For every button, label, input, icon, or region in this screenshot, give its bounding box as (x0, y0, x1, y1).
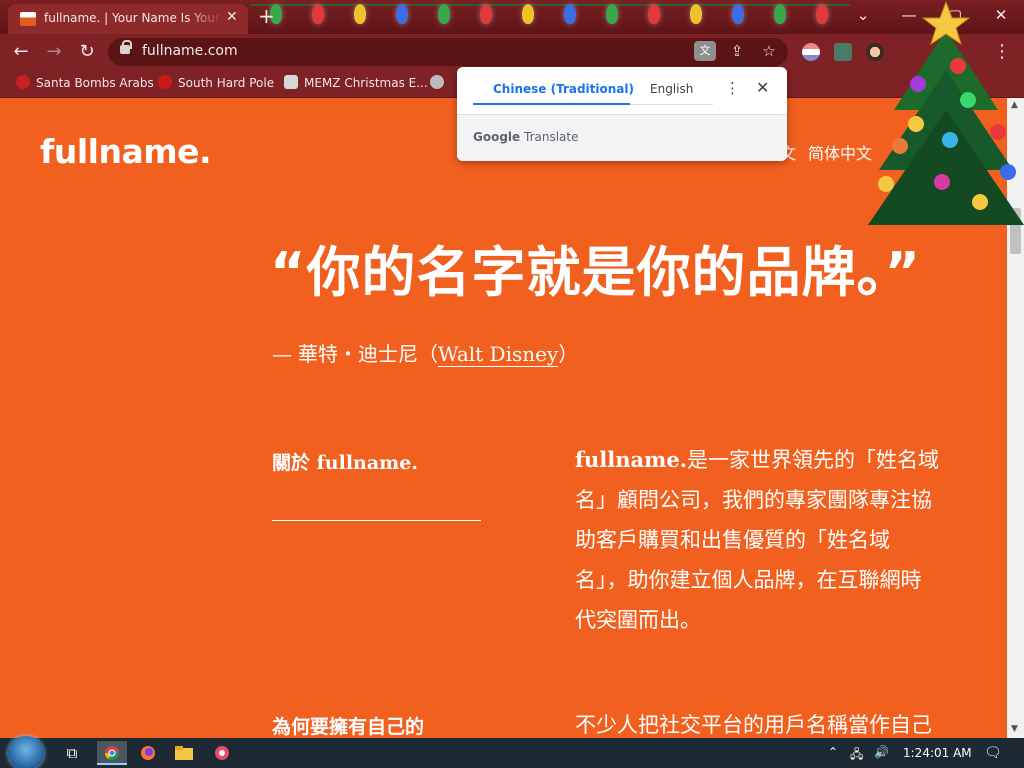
light-bulb-icon (648, 4, 660, 24)
notification-icon[interactable]: 🗨 (984, 745, 1002, 761)
about-line: 名」顧問公司，我們的專家團隊專注協 (575, 488, 932, 512)
light-bulb-icon (774, 4, 786, 24)
tab-title: fullname. | Your Name Is Your Brand (44, 11, 222, 25)
address-bar[interactable]: fullname.com 文 ⇪ ☆ (108, 38, 788, 66)
chrome-taskbar-icon[interactable] (97, 741, 127, 765)
reload-button[interactable]: ↻ (75, 41, 99, 62)
active-tab-indicator (473, 103, 630, 105)
bookmark-star-icon[interactable]: ☆ (758, 42, 780, 60)
christmas-tree-decoration (868, 0, 1024, 225)
about-line: 名」，助你建立個人品牌，在互聯網時 (575, 568, 922, 592)
volume-icon[interactable]: 🔊 (874, 745, 889, 759)
translate-options-button[interactable]: ⋮ (725, 79, 740, 97)
web-page: fullname. 文 简体中文 “你的名字就是你的品牌。” — 華特・迪士尼（W… (0, 98, 1007, 738)
firefox-taskbar-icon[interactable] (133, 741, 163, 765)
tray-chevron-icon[interactable]: ⌃ (828, 745, 838, 759)
url-text[interactable]: fullname.com (142, 43, 238, 59)
santa-icon (16, 75, 30, 89)
extension-s-icon[interactable] (834, 43, 852, 61)
attribution-dash: — (272, 342, 292, 366)
light-bulb-icon (606, 4, 618, 24)
back-button[interactable]: ← (9, 41, 33, 62)
light-bulb-icon (438, 4, 450, 24)
tab-close-button[interactable]: ✕ (226, 9, 238, 25)
raccoon-icon (430, 75, 444, 89)
google-logo: Google (473, 130, 521, 144)
new-tab-button[interactable]: + (258, 4, 275, 28)
share-icon[interactable]: ⇪ (726, 42, 748, 60)
translate-footer: Google Translate (457, 114, 787, 161)
bookmark-item[interactable]: MEMZ Christmas E... (284, 75, 428, 90)
about-body: fullname.是一家世界領先的「姓名域 名」顧問公司，我們的專家團隊專注協 … (575, 440, 965, 640)
about-line: 代突圍而出。 (575, 608, 701, 632)
about-heading: 關於 fullname. (272, 452, 418, 474)
site-logo[interactable]: fullname. (40, 132, 212, 171)
light-bulb-icon (732, 4, 744, 24)
lock-icon[interactable] (120, 40, 132, 54)
tab-english[interactable]: English (650, 82, 693, 96)
tab-chinese-traditional[interactable]: Chinese (Traditional) (493, 82, 634, 96)
about-divider (272, 520, 481, 521)
light-bulb-icon (480, 4, 492, 24)
light-bulb-icon (690, 4, 702, 24)
start-button[interactable] (8, 736, 44, 768)
forward-button[interactable]: → (42, 41, 66, 62)
translate-icon[interactable]: 文 (694, 41, 716, 61)
lang-simplified-link[interactable]: 简体中文 (808, 140, 872, 164)
extension-flag-icon[interactable] (802, 43, 820, 61)
translate-close-button[interactable]: ✕ (756, 78, 769, 97)
memz-icon (284, 75, 298, 89)
bookmark-item[interactable]: Santa Bombs Arabs (16, 75, 154, 90)
light-bulb-icon (564, 4, 576, 24)
light-bulb-icon (354, 4, 366, 24)
browser-tab-active[interactable]: fullname. | Your Name Is Your Brand ✕ (8, 4, 248, 34)
file-explorer-taskbar-icon[interactable] (169, 741, 199, 765)
light-bulb-icon (816, 4, 828, 24)
scroll-down-icon[interactable]: ▼ (1011, 724, 1018, 734)
site-favicon-icon (20, 12, 36, 26)
quote-attribution: — 華特・迪士尼（Walt Disney） (272, 338, 578, 367)
attribution-close: ） (558, 342, 579, 366)
translate-label: Translate (524, 130, 579, 144)
about-brand: fullname. (575, 447, 688, 472)
light-bulb-icon (396, 4, 408, 24)
why-heading: 為何要擁有自己的 (272, 716, 425, 738)
app-taskbar-icon[interactable] (207, 741, 237, 765)
snowflake-icon (158, 75, 172, 89)
bookmark-item[interactable]: South Hard Pole (158, 75, 274, 90)
christmas-lights (250, 0, 850, 34)
google-translate-brand: Google Translate (473, 130, 579, 144)
about-line: 是一家世界領先的「姓名域 (687, 448, 940, 472)
taskbar-clock[interactable]: 1:24:01 AM (903, 746, 972, 760)
attribution-name: 華特・迪士尼（ (298, 342, 438, 366)
bookmark-item[interactable] (430, 75, 450, 90)
hero-quote: “你的名字就是你的品牌。” (270, 241, 921, 304)
task-view-icon[interactable]: ⧉ (57, 741, 87, 765)
windows-taskbar: ⧉ ⌃ 🖧 🔊 1:24:01 AM 🗨 (0, 736, 1024, 768)
light-bulb-icon (312, 4, 324, 24)
about-line: 助客戶購買和出售優質的「姓名域 (575, 528, 890, 552)
why-body: 不少人把社交平台的用戶名稱當作自己 (575, 713, 932, 737)
translate-popup: Chinese (Traditional) English ⋮ ✕ Google… (457, 67, 787, 161)
network-icon[interactable]: 🖧 (850, 745, 863, 766)
light-bulb-icon (522, 4, 534, 24)
walt-disney-link[interactable]: Walt Disney (438, 342, 559, 367)
